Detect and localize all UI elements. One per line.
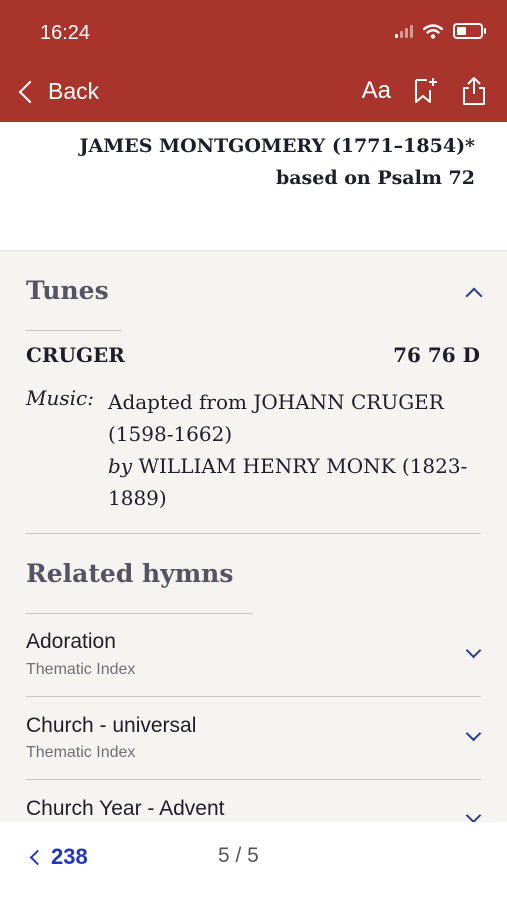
tune-name: CRUGER (26, 343, 125, 367)
music-credit-line-3: by WILLIAM HENRY MONK (1823- (108, 450, 480, 482)
tunes-heading[interactable]: Tunes (26, 276, 109, 305)
arranger-name: WILLIAM HENRY MONK (1823- (138, 454, 468, 478)
text-size-button[interactable]: Aa (362, 77, 391, 105)
related-item-title: Church Year - Advent (26, 797, 225, 820)
bottom-bar: 238 5 / 5 (0, 822, 507, 900)
divider (26, 779, 481, 780)
divider (26, 696, 481, 697)
cellular-signal-icon (395, 24, 413, 38)
related-item-subtitle: Thematic Index (26, 744, 136, 761)
related-heading-underline (26, 613, 253, 614)
status-icons (395, 23, 486, 39)
music-credit: Adapted from JOHANN CRUGER (1598-1662) b… (108, 386, 480, 514)
author-source: based on Psalm 72 (275, 167, 475, 189)
author-name: JAMES MONTGOMERY (1771–1854)* (79, 135, 475, 157)
tune-meter: 76 76 D (393, 343, 480, 367)
related-item-title: Adoration (26, 630, 116, 653)
add-bookmark-icon[interactable] (413, 77, 439, 105)
status-bar: 16:24 (0, 0, 507, 66)
chevron-down-icon[interactable] (465, 807, 482, 824)
related-hymns-heading: Related hymns (26, 559, 234, 588)
previous-hymn-button[interactable]: 238 (29, 844, 88, 870)
music-credit-line-4: 1889) (108, 486, 167, 510)
back-button[interactable]: Back (18, 78, 100, 105)
back-label: Back (48, 78, 100, 104)
music-label: Music: (26, 386, 94, 410)
author-section: JAMES MONTGOMERY (1771–1854)* based on P… (0, 122, 507, 251)
battery-icon (453, 23, 486, 39)
previous-hymn-number: 238 (51, 844, 88, 869)
page-indicator: 5 / 5 (218, 844, 259, 867)
wifi-icon (423, 23, 443, 39)
chevron-left-icon (29, 849, 46, 865)
tunes-heading-underline (26, 330, 122, 331)
status-time: 16:24 (40, 22, 91, 44)
chevron-left-icon (18, 80, 42, 104)
related-item-title: Church - universal (26, 714, 197, 737)
nav-bar: Back Aa (0, 66, 507, 122)
nav-actions: Aa (362, 76, 487, 106)
author-info: JAMES MONTGOMERY (1771–1854)* based on P… (79, 130, 475, 194)
music-credit-line-2: (1598-1662) (108, 422, 233, 446)
chevron-up-icon[interactable] (465, 287, 483, 305)
chevron-down-icon[interactable] (465, 642, 482, 659)
by-label: by (108, 454, 133, 478)
share-icon[interactable] (461, 76, 487, 106)
related-item-subtitle: Thematic Index (26, 661, 136, 678)
music-credit-line-1: Adapted from JOHANN CRUGER (108, 390, 444, 414)
chevron-down-icon[interactable] (465, 725, 482, 742)
divider (26, 533, 481, 534)
